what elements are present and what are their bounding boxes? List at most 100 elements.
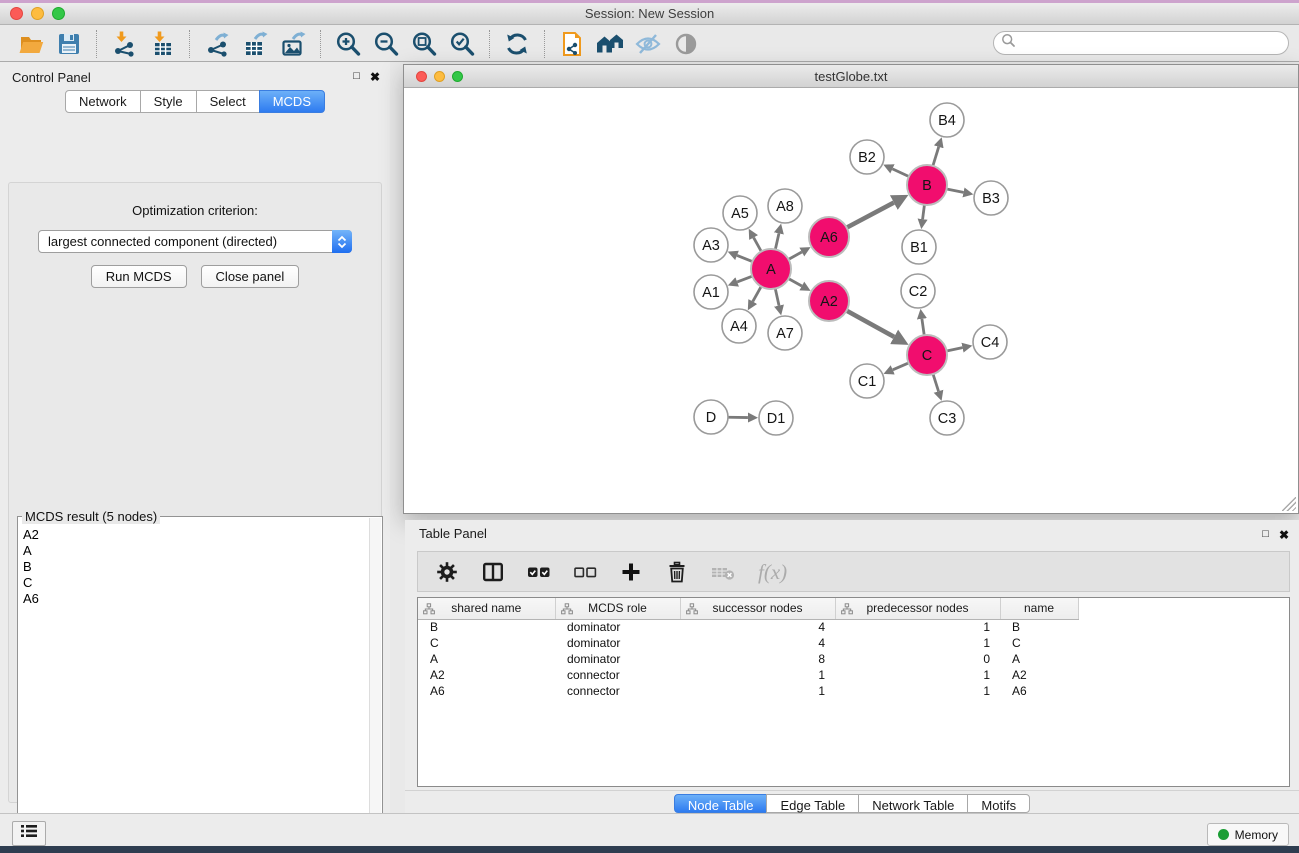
table-cell[interactable]: dominator [555, 619, 680, 635]
table-cell[interactable]: 1 [680, 667, 835, 683]
table-cell[interactable]: 1 [835, 683, 1000, 699]
tab-motifs[interactable]: Motifs [967, 794, 1030, 813]
table-cell[interactable]: 4 [680, 619, 835, 635]
table-cell[interactable]: A [418, 651, 555, 667]
column-header-shared-name[interactable]: shared name [418, 598, 555, 619]
graph-edge-C-C4[interactable] [947, 348, 963, 351]
close-panel-icon[interactable]: ✖ [370, 70, 380, 84]
table-cell[interactable]: 1 [835, 619, 1000, 635]
close-panel-button[interactable]: Close panel [201, 265, 300, 288]
table-cell[interactable]: C [1000, 635, 1078, 651]
graph-edge-B-B3[interactable] [947, 189, 964, 192]
table-row[interactable]: A6connector11A6 [418, 683, 1078, 699]
task-history-button[interactable] [12, 821, 46, 846]
column-header-name[interactable]: name [1000, 598, 1078, 619]
graph-edge-A-A8[interactable] [775, 233, 779, 249]
table-cell[interactable]: A2 [418, 667, 555, 683]
close-table-panel-icon[interactable]: ✖ [1279, 528, 1289, 542]
table-cell[interactable]: B [1000, 619, 1078, 635]
import-table-icon[interactable] [143, 29, 181, 59]
gear-icon[interactable] [434, 559, 460, 585]
graph-edge-A-A1[interactable] [737, 276, 752, 282]
node-table[interactable]: shared nameMCDS rolesuccessor nodesprede… [418, 598, 1079, 699]
new-network-icon[interactable] [553, 29, 591, 59]
table-cell[interactable]: connector [555, 667, 680, 683]
table-cell[interactable]: dominator [555, 635, 680, 651]
table-cell[interactable]: 4 [680, 635, 835, 651]
graph-edge-A-A7[interactable] [775, 289, 779, 306]
mcds-result-item[interactable]: B [23, 559, 369, 575]
graph-edge-A-A5[interactable] [754, 238, 762, 252]
table-row[interactable]: Cdominator41C [418, 635, 1078, 651]
column-header-predecessor-nodes[interactable]: predecessor nodes [835, 598, 1000, 619]
table-cell[interactable]: 1 [835, 667, 1000, 683]
table-row[interactable]: A2connector11A2 [418, 667, 1078, 683]
export-network-icon[interactable] [198, 29, 236, 59]
graph-edge-C-C1[interactable] [893, 363, 909, 370]
refresh-icon[interactable] [498, 29, 536, 59]
search-input[interactable] [1016, 33, 1288, 53]
graph-edge-A6-B[interactable] [847, 203, 894, 228]
table-cell[interactable]: 1 [835, 635, 1000, 651]
table-cell[interactable]: dominator [555, 651, 680, 667]
add-column-icon[interactable] [618, 559, 644, 585]
tab-edge-table[interactable]: Edge Table [766, 794, 859, 813]
column-header-MCDS-role[interactable]: MCDS role [555, 598, 680, 619]
table-cell[interactable]: C [418, 635, 555, 651]
mcds-result-item[interactable]: A6 [23, 591, 369, 607]
criterion-select[interactable]: largest connected component (directed) [38, 230, 352, 253]
column-header-successor-nodes[interactable]: successor nodes [680, 598, 835, 619]
tab-style[interactable]: Style [140, 90, 197, 113]
network-canvas[interactable]: B4B2BB3A5A8A6B1A3AA1C2A2A4A7C4CC1C3DD1 [404, 88, 1298, 513]
graph-edge-A-A3[interactable] [737, 255, 752, 261]
table-cell[interactable]: 0 [835, 651, 1000, 667]
table-row[interactable]: Adominator80A [418, 651, 1078, 667]
table-cell[interactable]: 8 [680, 651, 835, 667]
graph-edge-B-B1[interactable] [923, 205, 925, 219]
table-cell[interactable]: B [418, 619, 555, 635]
graph-edge-A-A4[interactable] [753, 286, 761, 301]
tab-mcds[interactable]: MCDS [259, 90, 325, 113]
zoom-fit-icon[interactable] [405, 29, 443, 59]
graph-edge-B-B4[interactable] [933, 147, 939, 166]
delete-icon[interactable] [664, 559, 690, 585]
mcds-result-item[interactable]: A [23, 543, 369, 559]
graph-edge-B-B2[interactable] [892, 169, 908, 177]
table-cell[interactable]: A6 [1000, 683, 1078, 699]
graph-edge-A2-C[interactable] [847, 311, 895, 337]
tab-network-table[interactable]: Network Table [858, 794, 968, 813]
mcds-result-item[interactable]: A2 [23, 527, 369, 543]
resize-grip[interactable] [1282, 497, 1296, 511]
export-table-icon[interactable] [236, 29, 274, 59]
graph-edge-A-A2[interactable] [789, 279, 802, 286]
table-cell[interactable]: A2 [1000, 667, 1078, 683]
tab-node-table[interactable]: Node Table [674, 794, 768, 813]
first-neighbors-icon[interactable] [591, 29, 629, 59]
zoom-out-icon[interactable] [367, 29, 405, 59]
graph-edge-A-A6[interactable] [789, 252, 802, 259]
float-table-panel-icon[interactable]: □ [1262, 528, 1269, 542]
deselect-all-checkboxes-icon[interactable] [572, 559, 598, 585]
open-file-icon[interactable] [12, 29, 50, 59]
memory-button[interactable]: Memory [1207, 823, 1289, 846]
table-cell[interactable]: 1 [680, 683, 835, 699]
network-window-titlebar[interactable]: testGlobe.txt [404, 65, 1298, 88]
table-cell[interactable]: A [1000, 651, 1078, 667]
table-cell[interactable]: A6 [418, 683, 555, 699]
hide-selected-icon[interactable] [629, 29, 667, 59]
tab-select[interactable]: Select [196, 90, 260, 113]
search-box[interactable] [993, 31, 1289, 55]
mcds-result-item[interactable]: C [23, 575, 369, 591]
result-scrollbar[interactable] [369, 518, 381, 853]
table-row[interactable]: Bdominator41B [418, 619, 1078, 635]
table-cell[interactable]: connector [555, 683, 680, 699]
zoom-in-icon[interactable] [329, 29, 367, 59]
float-panel-icon[interactable]: □ [353, 70, 360, 84]
export-image-icon[interactable] [274, 29, 312, 59]
show-all-icon[interactable] [667, 29, 705, 59]
save-session-icon[interactable] [50, 29, 88, 59]
split-view-icon[interactable] [480, 559, 506, 585]
graph-edge-C-C3[interactable] [933, 374, 938, 391]
run-mcds-button[interactable]: Run MCDS [91, 265, 187, 288]
tab-network[interactable]: Network [65, 90, 141, 113]
